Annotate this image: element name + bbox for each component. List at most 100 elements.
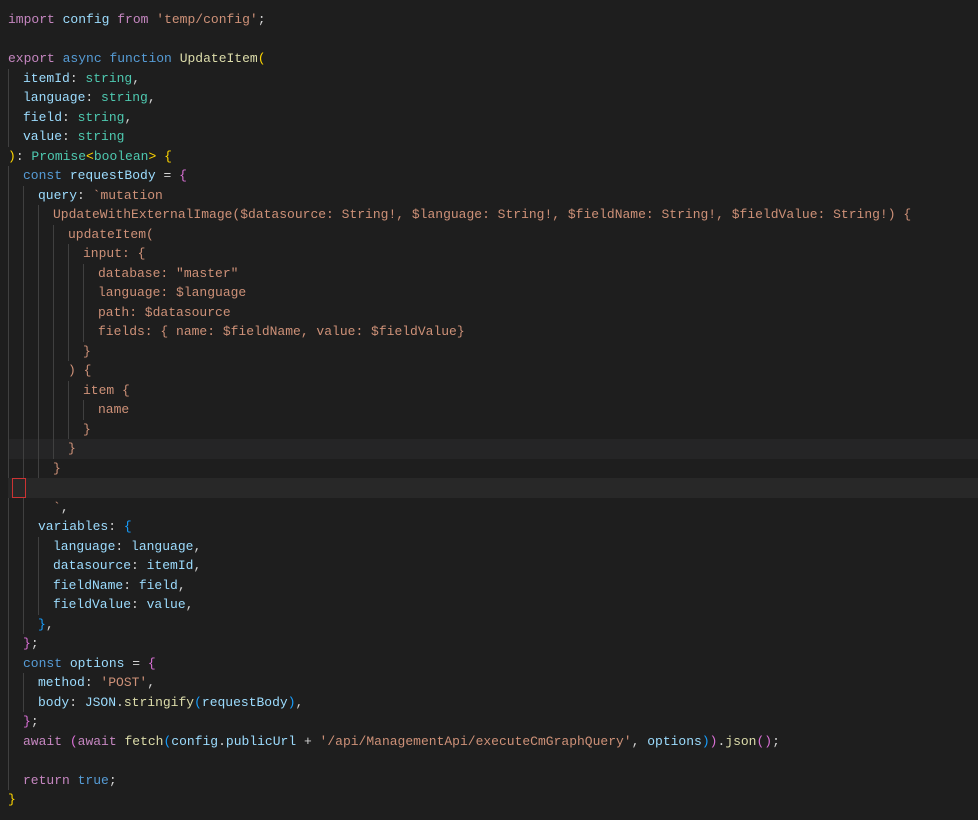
code-line[interactable]: fields: { name: $fieldName, value: $fiel… (8, 322, 978, 342)
code-line[interactable]: value: string (8, 127, 978, 147)
code-line[interactable]: }; (8, 634, 978, 654)
property: method (38, 673, 85, 693)
string: } (68, 439, 76, 459)
code-line[interactable]: fieldValue: value, (8, 595, 978, 615)
code-line[interactable]: } (8, 459, 978, 479)
identifier: field (139, 576, 178, 596)
bracket: ( (70, 732, 78, 752)
keyword: export (8, 49, 55, 69)
code-line[interactable]: field: string, (8, 108, 978, 128)
function-name: UpdateItem (180, 49, 258, 69)
code-line[interactable]: } (8, 790, 978, 810)
bracket: } (23, 712, 31, 732)
identifier: options (647, 732, 702, 752)
string: ) { (68, 361, 91, 381)
error-marker (12, 478, 26, 498)
code-line[interactable] (8, 751, 978, 771)
code-line[interactable]: `, (8, 498, 978, 518)
code-line[interactable]: import config from 'temp/config'; (8, 10, 978, 30)
bracket: } (8, 790, 16, 810)
code-line[interactable]: itemId: string, (8, 69, 978, 89)
code-line[interactable]: datasource: itemId, (8, 556, 978, 576)
code-line[interactable]: name (8, 400, 978, 420)
bracket: } (38, 615, 46, 635)
code-line[interactable]: UpdateWithExternalImage($datasource: Str… (8, 205, 978, 225)
property: language (53, 537, 115, 557)
code-line[interactable]: method: 'POST', (8, 673, 978, 693)
code-line[interactable]: const requestBody = { (8, 166, 978, 186)
code-line[interactable]: query: `mutation (8, 186, 978, 206)
string: UpdateWithExternalImage($datasource: Str… (53, 205, 911, 225)
keyword: from (117, 10, 148, 30)
identifier: JSON (85, 693, 116, 713)
code-line[interactable] (8, 30, 978, 50)
code-line[interactable]: await (await fetch(config.publicUrl + '/… (8, 732, 978, 752)
code-line[interactable]: language: $language (8, 283, 978, 303)
identifier: value (147, 595, 186, 615)
string: database: "master" (98, 264, 238, 284)
keyword: async (63, 49, 102, 69)
bracket: ) (8, 147, 16, 167)
bracket: ) (702, 732, 710, 752)
identifier: config (63, 10, 110, 30)
code-line[interactable]: } (8, 439, 978, 459)
type: string (101, 88, 148, 108)
identifier: itemId (147, 556, 194, 576)
code-line[interactable]: database: "master" (8, 264, 978, 284)
bracket: { (148, 654, 156, 674)
string: 'POST' (100, 673, 147, 693)
code-line-active[interactable] (8, 478, 978, 498)
method: stringify (124, 693, 194, 713)
literal: true (78, 771, 109, 791)
bracket: ) (288, 693, 296, 713)
bracket: ( (756, 732, 764, 752)
code-line[interactable]: fieldName: field, (8, 576, 978, 596)
string: language: $language (98, 283, 246, 303)
keyword: return (23, 771, 70, 791)
code-line[interactable]: const options = { (8, 654, 978, 674)
property: variables (38, 517, 108, 537)
param: itemId (23, 69, 70, 89)
bracket: { (179, 166, 187, 186)
type: string (85, 69, 132, 89)
keyword: await (23, 732, 62, 752)
code-line[interactable]: ) { (8, 361, 978, 381)
code-line[interactable]: } (8, 420, 978, 440)
code-line[interactable]: return true; (8, 771, 978, 791)
code-line[interactable]: language: string, (8, 88, 978, 108)
identifier: language (131, 537, 193, 557)
property: body (38, 693, 69, 713)
code-line[interactable]: language: language, (8, 537, 978, 557)
property: query (38, 186, 77, 206)
string: } (83, 342, 91, 362)
bracket: ) (764, 732, 772, 752)
identifier: config (171, 732, 218, 752)
code-editor[interactable]: import config from 'temp/config'; export… (0, 10, 978, 810)
code-line[interactable]: updateItem( (8, 225, 978, 245)
code-line[interactable]: path: $datasource (8, 303, 978, 323)
code-line[interactable]: export async function UpdateItem( (8, 49, 978, 69)
code-line[interactable]: }; (8, 712, 978, 732)
property: publicUrl (226, 732, 296, 752)
method: json (725, 732, 756, 752)
code-line[interactable]: ): Promise<boolean> { (8, 147, 978, 167)
string: ` (53, 498, 61, 518)
code-line[interactable]: } (8, 342, 978, 362)
string: mutation (100, 186, 162, 206)
keyword: function (109, 49, 171, 69)
keyword: await (78, 732, 117, 752)
bracket: } (23, 634, 31, 654)
code-line[interactable]: }, (8, 615, 978, 635)
string: name (98, 400, 129, 420)
code-line[interactable]: input: { (8, 244, 978, 264)
keyword: import (8, 10, 55, 30)
code-line[interactable]: item { (8, 381, 978, 401)
string: updateItem( (68, 225, 154, 245)
breadcrumb (0, 0, 978, 10)
string: input: { (83, 244, 145, 264)
param: value (23, 127, 62, 147)
code-line[interactable]: body: JSON.stringify(requestBody), (8, 693, 978, 713)
code-line[interactable]: variables: { (8, 517, 978, 537)
bracket: ( (258, 49, 266, 69)
string: 'temp/config' (156, 10, 257, 30)
